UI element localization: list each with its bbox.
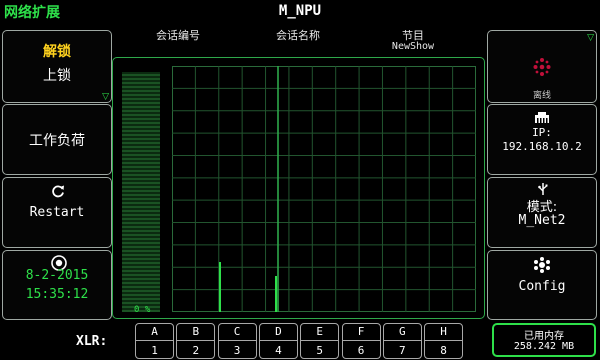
channel-divider <box>383 340 421 341</box>
connection-status-panel[interactable]: 离线 ▽ <box>487 30 597 103</box>
memory-value: 258.242 MB <box>513 341 575 352</box>
xlr-channel-g[interactable]: G7 <box>382 323 422 359</box>
activity-grid <box>172 66 476 312</box>
xlr-channel-f[interactable]: F6 <box>341 323 381 359</box>
ip-label: IP: <box>532 126 552 139</box>
workload-button[interactable]: 工作负荷 <box>2 104 112 175</box>
workload-label: 工作负荷 <box>29 133 85 149</box>
xlr-label: XLR: <box>76 334 108 349</box>
channel-number: 8 <box>440 344 447 357</box>
xlr-channel-d[interactable]: D4 <box>258 323 298 359</box>
channel-number: 5 <box>316 344 323 357</box>
config-label: Config <box>518 279 566 294</box>
channel-number: 6 <box>357 344 365 357</box>
usb-icon <box>538 183 548 195</box>
channel-letter: F <box>357 325 365 338</box>
memory-label: 已用内存 <box>524 331 564 342</box>
lock-button[interactable]: 解锁 上锁 ▽ <box>2 30 112 103</box>
channel-number: 7 <box>398 344 406 357</box>
page-title: M_NPU <box>278 3 322 19</box>
dropdown-indicator-icon: ▽ <box>102 92 109 102</box>
ethernet-icon <box>535 112 549 123</box>
restart-label: Restart <box>29 205 85 220</box>
network-status-icon <box>533 58 551 76</box>
restart-button[interactable]: Restart <box>2 177 112 248</box>
channel-divider <box>136 340 173 341</box>
channel-letter: A <box>151 325 158 338</box>
channel-letter: D <box>275 325 282 338</box>
program-value: NewShow <box>391 41 435 52</box>
lock-label: 上锁 <box>43 68 71 84</box>
channel-number: 2 <box>192 344 200 357</box>
channel-letter: G <box>398 325 406 338</box>
column-session-name: 会话名称 <box>276 29 320 42</box>
load-meter <box>122 72 160 312</box>
settings-icon <box>534 257 550 273</box>
channel-letter: E <box>316 325 323 338</box>
channel-letter: B <box>192 325 200 338</box>
clock-date: 8-2-2015 <box>25 268 89 283</box>
unlock-label: 解锁 <box>43 44 71 60</box>
channel-divider <box>342 340 380 341</box>
xlr-channel-a[interactable]: A1 <box>135 323 174 359</box>
clock-time: 15:35:12 <box>25 287 89 302</box>
channel-divider <box>425 340 463 341</box>
config-button[interactable]: Config <box>487 250 597 320</box>
network-panel[interactable]: IP: 192.168.10.2 <box>487 104 597 175</box>
channel-divider <box>218 340 256 341</box>
channel-number: 4 <box>275 344 282 357</box>
xlr-channel-e[interactable]: E5 <box>300 323 340 359</box>
channel-divider <box>177 340 215 341</box>
channel-divider <box>301 340 339 341</box>
ip-address: 192.168.10.2 <box>502 140 582 153</box>
channel-letter: C <box>233 325 241 338</box>
xlr-channel-h[interactable]: H8 <box>424 323 464 359</box>
channel-letter: H <box>440 325 447 338</box>
channel-divider <box>259 340 297 341</box>
status-label: 离线 <box>532 91 551 101</box>
clock-panel: 8-2-2015 15:35:12 <box>2 250 112 320</box>
mode-panel[interactable]: 模式: M_Net2 <box>487 177 597 248</box>
mode-value: M_Net2 <box>518 213 566 228</box>
meter-percent: 0 % <box>134 305 151 315</box>
xlr-channel-b[interactable]: B2 <box>176 323 216 359</box>
channel-number: 1 <box>151 344 158 357</box>
column-session-id: 会话编号 <box>156 29 200 42</box>
memory-panel: 已用内存 258.242 MB <box>492 323 596 357</box>
dropdown-indicator-icon: ▽ <box>587 33 594 43</box>
refresh-icon <box>52 185 64 198</box>
xlr-channel-c[interactable]: C3 <box>217 323 257 359</box>
channel-number: 3 <box>233 344 241 357</box>
